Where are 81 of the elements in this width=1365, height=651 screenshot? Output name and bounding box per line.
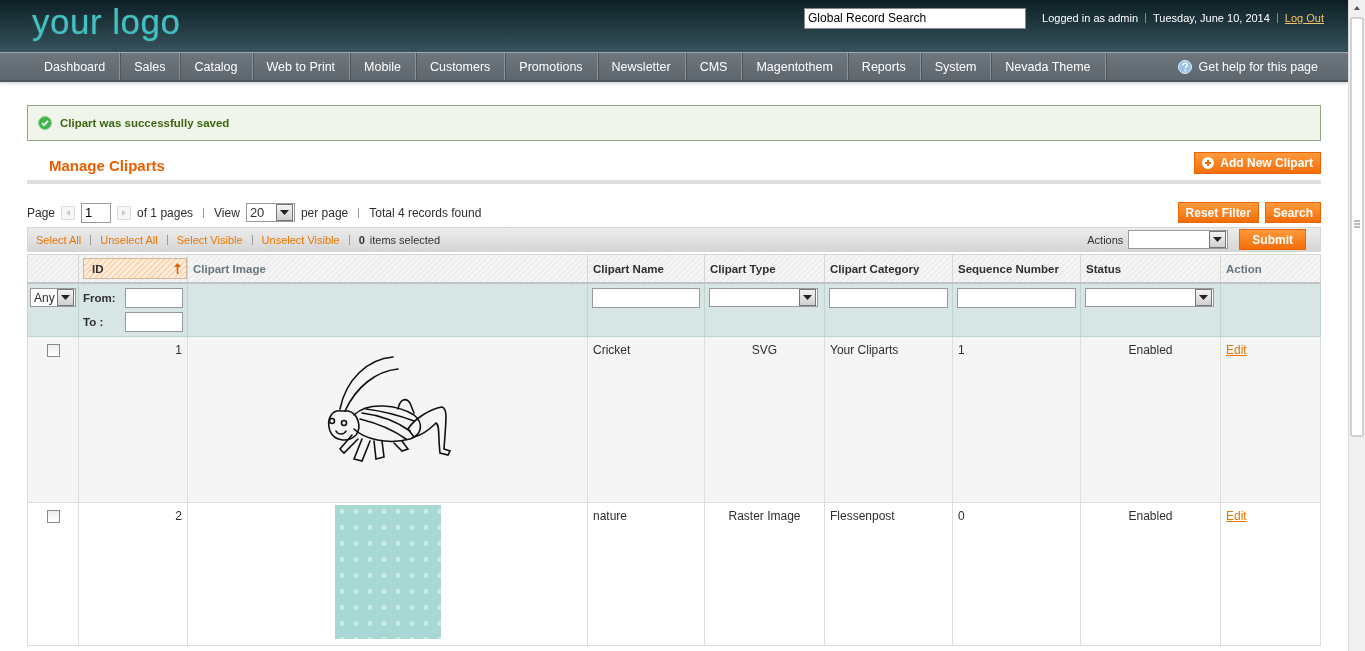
logo[interactable]: your logo	[32, 2, 181, 42]
nav-item[interactable]: Web to Print	[252, 53, 351, 80]
checkbox[interactable]	[46, 344, 60, 357]
table-cell: Your Cliparts	[824, 336, 953, 503]
table-cell: SVG	[704, 336, 825, 503]
any-dropdown[interactable]: Any	[30, 288, 76, 307]
triangle-icon	[65, 209, 72, 216]
nav-item[interactable]: CMS	[685, 53, 743, 80]
column-header[interactable]: Status	[1080, 254, 1221, 283]
table-cell: 1	[78, 336, 188, 503]
records-count: Total 4 records found	[369, 205, 482, 220]
filter-dropdown[interactable]	[1085, 288, 1214, 307]
input-field[interactable]	[125, 312, 183, 332]
help-icon	[1178, 59, 1193, 74]
column-header[interactable]: Clipart Type	[704, 254, 825, 283]
caret-icon	[1199, 294, 1208, 301]
success-message: Clipart was successfully saved	[27, 105, 1321, 141]
pager-arrow-button[interactable]	[61, 205, 76, 220]
help-link[interactable]: Get help for this page	[1178, 53, 1348, 80]
column-header[interactable]: ID	[83, 258, 187, 279]
column-header[interactable]: Clipart Name	[587, 254, 705, 283]
scrollbar[interactable]	[1348, 0, 1365, 651]
caret-icon	[1213, 236, 1223, 243]
nav-item[interactable]: Catalog	[180, 53, 253, 80]
nav-item[interactable]: Sales	[120, 53, 181, 80]
caret-icon	[61, 294, 70, 301]
from-label: From:	[83, 292, 117, 304]
column-header: Action	[1220, 254, 1321, 283]
plus-circle-icon	[1202, 157, 1215, 169]
selected-count: 0	[358, 233, 365, 246]
table-cell: Enabled	[1080, 336, 1221, 503]
sort-arrow-icon	[174, 263, 181, 274]
date-label: Tuesday, June 10, 2014	[1153, 12, 1270, 24]
page-field[interactable]: 1	[81, 202, 112, 223]
nav-item[interactable]: Mobile	[350, 53, 416, 80]
table-cell: 0	[952, 502, 1081, 646]
nav-item[interactable]: Newsletter	[597, 53, 686, 80]
input-field[interactable]	[829, 288, 948, 308]
actions-label: Actions	[1087, 233, 1124, 246]
check-circle-icon	[38, 116, 52, 130]
nav-item[interactable]: Customers	[415, 53, 506, 80]
filter-dropdown[interactable]	[709, 288, 818, 307]
table-cell: 2	[78, 502, 188, 646]
logout-link[interactable]: Log Out	[1284, 12, 1324, 24]
table-cell: Cricket	[587, 336, 705, 503]
table-cell: Enabled	[1080, 502, 1221, 646]
search-button[interactable]: Search	[1264, 202, 1321, 223]
column-header: Clipart Image	[187, 254, 588, 283]
per-page-dropdown[interactable]: 20	[245, 203, 295, 222]
table-cell: 1	[952, 336, 1081, 503]
table-cell: Flessenpost	[824, 502, 953, 646]
nav-item[interactable]: Promotions	[505, 53, 598, 80]
nav-item[interactable]: Dashboard	[30, 53, 121, 80]
table-cell: Raster Image	[704, 502, 825, 646]
nav-item[interactable]: Magentothem	[742, 53, 848, 80]
input-field[interactable]	[592, 288, 700, 308]
edit-link[interactable]: Edit	[1226, 509, 1247, 523]
search-field[interactable]: Global Record Search	[804, 7, 1027, 29]
checkbox[interactable]	[46, 510, 60, 523]
page-count: of 1 pages	[137, 205, 194, 220]
page-title: Manage Cliparts	[49, 156, 165, 174]
view-label: View	[214, 205, 240, 220]
pager-arrow-button[interactable]	[117, 205, 132, 220]
nav-item[interactable]: Reports	[847, 53, 921, 80]
page-label: Page	[27, 205, 56, 220]
to-label: To :	[83, 316, 105, 328]
triangle-icon	[121, 209, 128, 216]
user-label: Logged in as admin	[1042, 12, 1139, 24]
caret-icon	[279, 209, 289, 216]
caret-icon	[803, 294, 812, 301]
table-cell: nature	[587, 502, 705, 646]
input-field[interactable]	[125, 288, 183, 308]
nav-item[interactable]: Nevada Theme	[991, 53, 1106, 80]
selected-label: items selected	[369, 233, 441, 246]
actions-dropdown[interactable]	[1128, 230, 1229, 249]
column-header[interactable]: Sequence Number	[952, 254, 1081, 283]
column-header[interactable]: Clipart Category	[824, 254, 953, 283]
edit-link[interactable]: Edit	[1226, 343, 1247, 357]
input-field[interactable]	[957, 288, 1076, 308]
nav-item[interactable]: System	[920, 53, 992, 80]
per-page-label: per page	[300, 205, 349, 220]
